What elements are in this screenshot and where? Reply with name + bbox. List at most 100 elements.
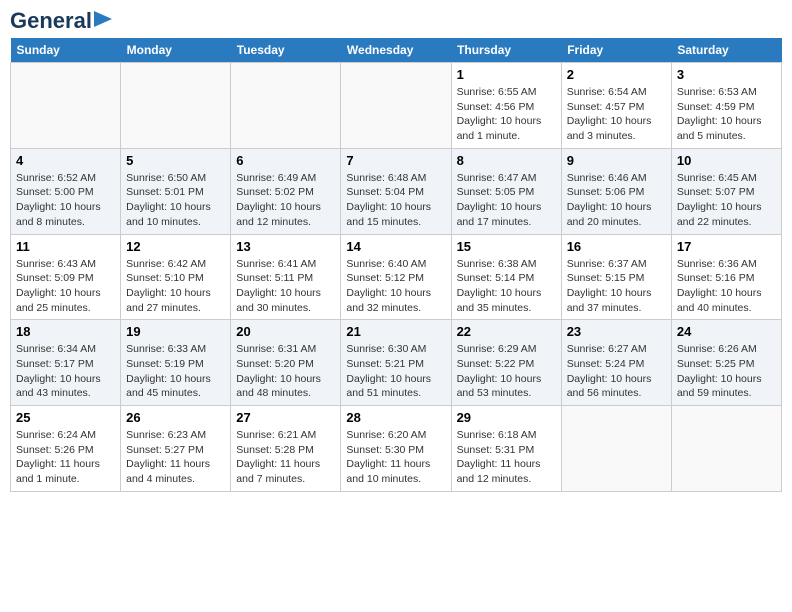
calendar-cell: 28 Sunrise: 6:20 AM Sunset: 5:30 PM Dayli… [341,406,451,492]
day-info: Sunrise: 6:41 AM Sunset: 5:11 PM Dayligh… [236,257,335,316]
day-info: Sunrise: 6:54 AM Sunset: 4:57 PM Dayligh… [567,85,666,144]
day-number: 17 [677,239,776,254]
calendar-cell: 10 Sunrise: 6:45 AM Sunset: 5:07 PM Dayli… [671,148,781,234]
calendar-cell: 19 Sunrise: 6:33 AM Sunset: 5:19 PM Dayli… [121,320,231,406]
header-sunday: Sunday [11,38,121,63]
header-wednesday: Wednesday [341,38,451,63]
calendar-cell [121,63,231,149]
day-info: Sunrise: 6:31 AM Sunset: 5:20 PM Dayligh… [236,342,335,401]
calendar-cell: 11 Sunrise: 6:43 AM Sunset: 5:09 PM Dayli… [11,234,121,320]
header-monday: Monday [121,38,231,63]
calendar-cell: 20 Sunrise: 6:31 AM Sunset: 5:20 PM Dayli… [231,320,341,406]
day-number: 6 [236,153,335,168]
calendar-table: SundayMondayTuesdayWednesdayThursdayFrid… [10,38,782,492]
day-number: 8 [457,153,556,168]
day-number: 4 [16,153,115,168]
calendar-cell: 5 Sunrise: 6:50 AM Sunset: 5:01 PM Daylig… [121,148,231,234]
day-number: 11 [16,239,115,254]
day-number: 15 [457,239,556,254]
day-info: Sunrise: 6:38 AM Sunset: 5:14 PM Dayligh… [457,257,556,316]
week-row-4: 18 Sunrise: 6:34 AM Sunset: 5:17 PM Dayli… [11,320,782,406]
header-friday: Friday [561,38,671,63]
day-number: 23 [567,324,666,339]
calendar-cell: 18 Sunrise: 6:34 AM Sunset: 5:17 PM Dayli… [11,320,121,406]
day-number: 9 [567,153,666,168]
day-number: 27 [236,410,335,425]
day-number: 13 [236,239,335,254]
calendar-cell: 16Sunrise: 6:37 AM Sunset: 5:15 PM Dayli… [561,234,671,320]
day-number: 16 [567,239,666,254]
day-number: 14 [346,239,445,254]
day-number: 10 [677,153,776,168]
calendar-cell: 13 Sunrise: 6:41 AM Sunset: 5:11 PM Dayli… [231,234,341,320]
calendar-cell: 6 Sunrise: 6:49 AM Sunset: 5:02 PM Daylig… [231,148,341,234]
day-number: 7 [346,153,445,168]
day-number: 19 [126,324,225,339]
day-info: Sunrise: 6:34 AM Sunset: 5:17 PM Dayligh… [16,342,115,401]
calendar-cell: 22 Sunrise: 6:29 AM Sunset: 5:22 PM Dayli… [451,320,561,406]
logo: General [10,10,112,30]
calendar-cell: 9 Sunrise: 6:46 AM Sunset: 5:06 PM Daylig… [561,148,671,234]
day-number: 3 [677,67,776,82]
header-saturday: Saturday [671,38,781,63]
day-info: Sunrise: 6:24 AM Sunset: 5:26 PM Dayligh… [16,428,115,487]
calendar-cell [11,63,121,149]
day-info: Sunrise: 6:30 AM Sunset: 5:21 PM Dayligh… [346,342,445,401]
week-row-1: 1Sunrise: 6:55 AM Sunset: 4:56 PM Daylig… [11,63,782,149]
calendar-cell: 23 Sunrise: 6:27 AM Sunset: 5:24 PM Dayli… [561,320,671,406]
day-info: Sunrise: 6:42 AM Sunset: 5:10 PM Dayligh… [126,257,225,316]
day-info: Sunrise: 6:47 AM Sunset: 5:05 PM Dayligh… [457,171,556,230]
day-number: 26 [126,410,225,425]
calendar-cell: 29 Sunrise: 6:18 AM Sunset: 5:31 PM Dayli… [451,406,561,492]
week-row-5: 25 Sunrise: 6:24 AM Sunset: 5:26 PM Dayli… [11,406,782,492]
calendar-header: SundayMondayTuesdayWednesdayThursdayFrid… [11,38,782,63]
page-header: General [10,10,782,30]
calendar-cell: 1Sunrise: 6:55 AM Sunset: 4:56 PM Daylig… [451,63,561,149]
calendar-cell: 4 Sunrise: 6:52 AM Sunset: 5:00 PM Daylig… [11,148,121,234]
logo-arrow-icon [94,11,112,27]
week-row-3: 11 Sunrise: 6:43 AM Sunset: 5:09 PM Dayli… [11,234,782,320]
calendar-cell: 17 Sunrise: 6:36 AM Sunset: 5:16 PM Dayli… [671,234,781,320]
calendar-cell: 12Sunrise: 6:42 AM Sunset: 5:10 PM Dayli… [121,234,231,320]
day-number: 28 [346,410,445,425]
day-number: 25 [16,410,115,425]
day-info: Sunrise: 6:43 AM Sunset: 5:09 PM Dayligh… [16,257,115,316]
day-info: Sunrise: 6:50 AM Sunset: 5:01 PM Dayligh… [126,171,225,230]
calendar-cell: 8 Sunrise: 6:47 AM Sunset: 5:05 PM Daylig… [451,148,561,234]
day-info: Sunrise: 6:29 AM Sunset: 5:22 PM Dayligh… [457,342,556,401]
day-info: Sunrise: 6:55 AM Sunset: 4:56 PM Dayligh… [457,85,556,144]
calendar-cell: 26 Sunrise: 6:23 AM Sunset: 5:27 PM Dayli… [121,406,231,492]
calendar-cell [231,63,341,149]
calendar-cell [341,63,451,149]
day-info: Sunrise: 6:33 AM Sunset: 5:19 PM Dayligh… [126,342,225,401]
day-number: 29 [457,410,556,425]
calendar-cell: 25 Sunrise: 6:24 AM Sunset: 5:26 PM Dayli… [11,406,121,492]
day-number: 21 [346,324,445,339]
calendar-cell: 14Sunrise: 6:40 AM Sunset: 5:12 PM Dayli… [341,234,451,320]
day-info: Sunrise: 6:21 AM Sunset: 5:28 PM Dayligh… [236,428,335,487]
day-info: Sunrise: 6:20 AM Sunset: 5:30 PM Dayligh… [346,428,445,487]
day-info: Sunrise: 6:26 AM Sunset: 5:25 PM Dayligh… [677,342,776,401]
day-info: Sunrise: 6:48 AM Sunset: 5:04 PM Dayligh… [346,171,445,230]
calendar-cell [561,406,671,492]
day-number: 2 [567,67,666,82]
calendar-cell: 2 Sunrise: 6:54 AM Sunset: 4:57 PM Daylig… [561,63,671,149]
day-info: Sunrise: 6:49 AM Sunset: 5:02 PM Dayligh… [236,171,335,230]
calendar-cell: 24Sunrise: 6:26 AM Sunset: 5:25 PM Dayli… [671,320,781,406]
day-number: 5 [126,153,225,168]
day-info: Sunrise: 6:46 AM Sunset: 5:06 PM Dayligh… [567,171,666,230]
day-info: Sunrise: 6:27 AM Sunset: 5:24 PM Dayligh… [567,342,666,401]
calendar-cell [671,406,781,492]
day-info: Sunrise: 6:18 AM Sunset: 5:31 PM Dayligh… [457,428,556,487]
day-info: Sunrise: 6:52 AM Sunset: 5:00 PM Dayligh… [16,171,115,230]
day-info: Sunrise: 6:23 AM Sunset: 5:27 PM Dayligh… [126,428,225,487]
day-number: 20 [236,324,335,339]
day-number: 22 [457,324,556,339]
calendar-cell: 27 Sunrise: 6:21 AM Sunset: 5:28 PM Dayli… [231,406,341,492]
day-info: Sunrise: 6:45 AM Sunset: 5:07 PM Dayligh… [677,171,776,230]
header-thursday: Thursday [451,38,561,63]
calendar-cell: 15 Sunrise: 6:38 AM Sunset: 5:14 PM Dayli… [451,234,561,320]
day-number: 18 [16,324,115,339]
header-tuesday: Tuesday [231,38,341,63]
day-info: Sunrise: 6:36 AM Sunset: 5:16 PM Dayligh… [677,257,776,316]
